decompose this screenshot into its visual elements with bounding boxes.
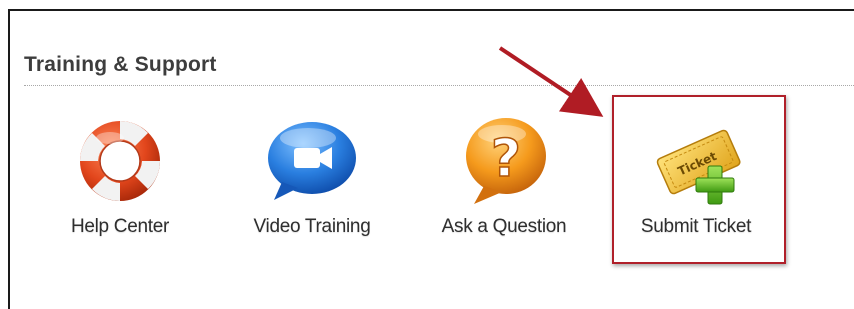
annotation-arrow [498, 46, 604, 117]
video-training-label: Video Training [253, 216, 371, 237]
video-chat-icon [262, 116, 362, 206]
help-center-label: Help Center [70, 216, 170, 237]
section-divider [24, 85, 854, 86]
ask-question-button[interactable]: ? Ask a Question [419, 110, 589, 250]
video-training-button[interactable]: Video Training [227, 110, 397, 250]
svg-text:?: ? [491, 129, 521, 189]
life-ring-icon [70, 116, 170, 206]
section-title: Training & Support [24, 53, 217, 76]
help-center-button[interactable]: Help Center [35, 110, 205, 250]
submit-ticket-highlight [612, 95, 786, 264]
ask-question-label: Ask a Question [441, 216, 567, 237]
